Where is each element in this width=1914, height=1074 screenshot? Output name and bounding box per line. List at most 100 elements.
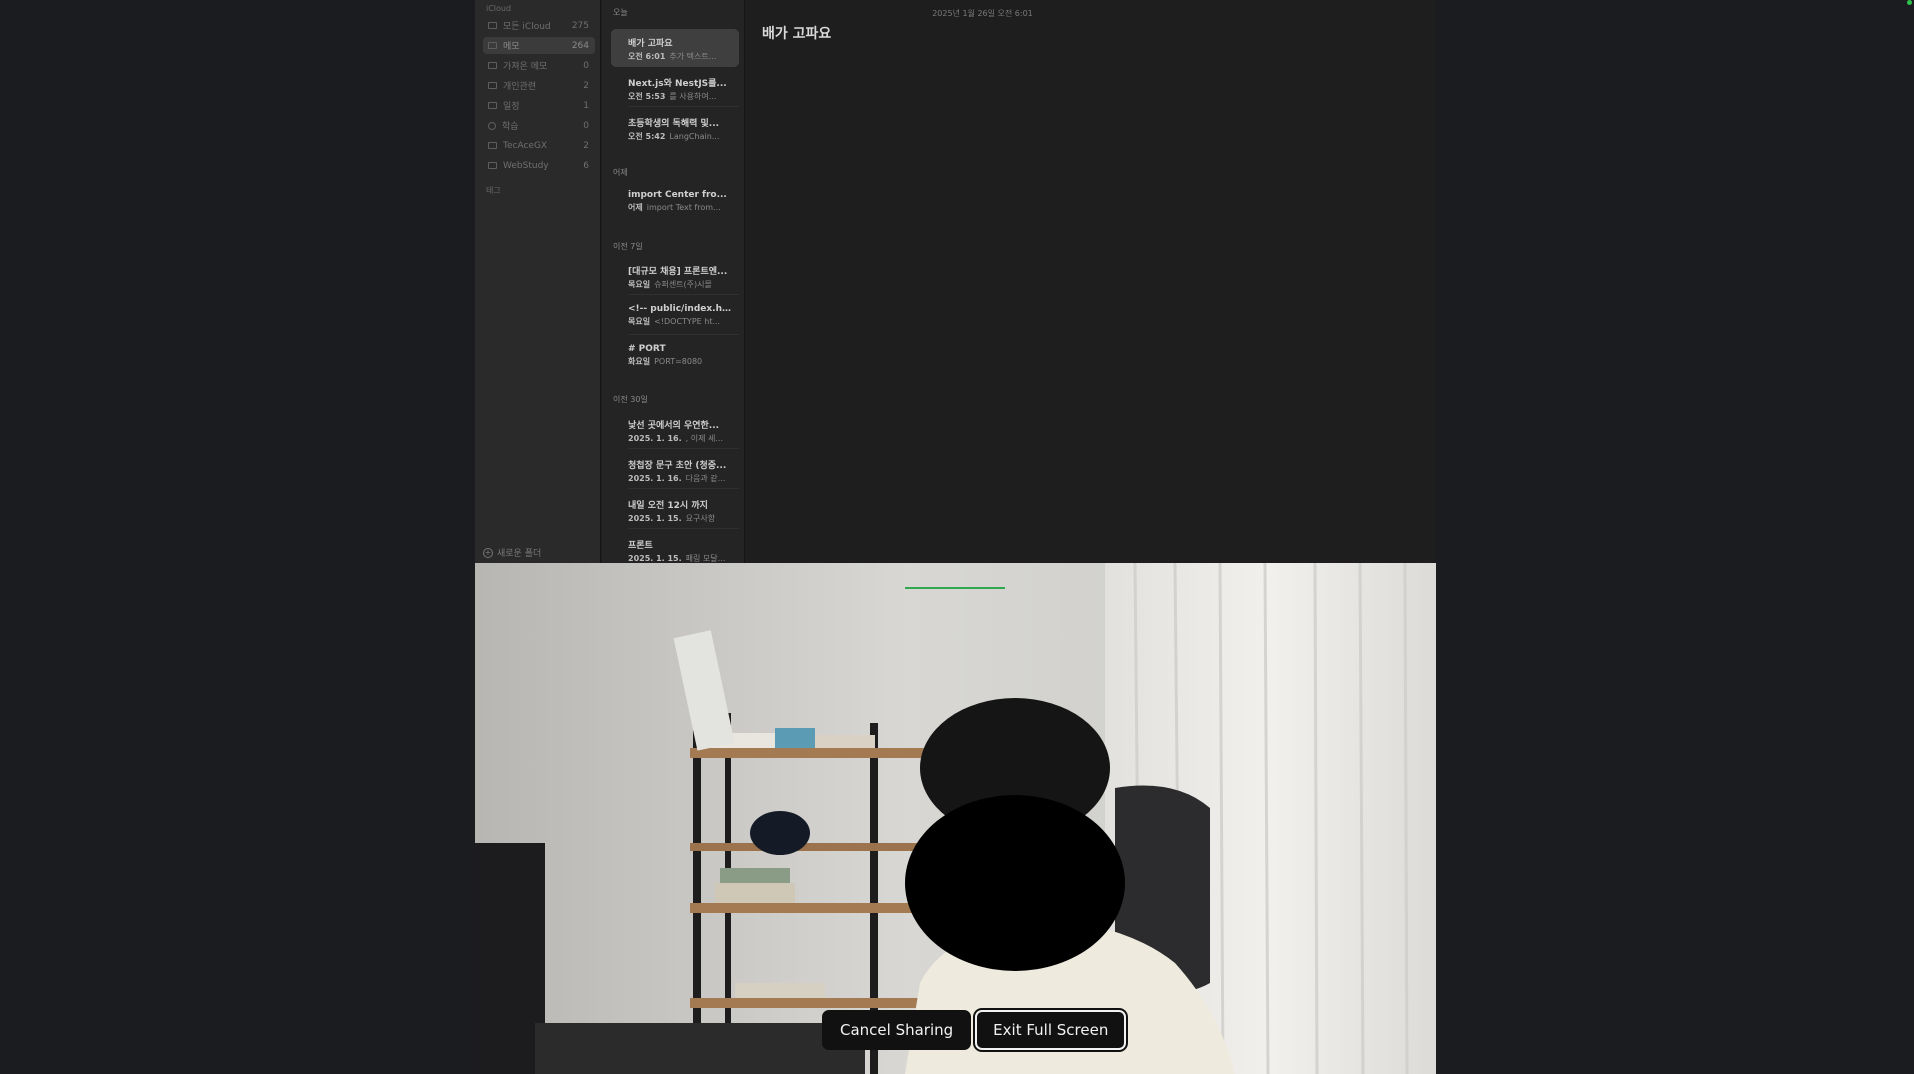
folder-label: 가져온 메모	[503, 62, 548, 72]
note-date: 오전 5:42	[628, 132, 666, 141]
folder-count: 6	[583, 160, 589, 171]
folder-notes[interactable]: 메모 264	[483, 37, 595, 54]
divider	[628, 106, 739, 107]
active-speaker-indicator	[905, 587, 1005, 589]
icloud-section-label: iCloud	[486, 4, 512, 13]
note-item[interactable]: # PORT 화요일 PORT=8080	[611, 337, 739, 375]
note-preview: <!DOCTYPE ht...	[654, 317, 721, 326]
note-meta: 오전 6:01 추가 텍스트...	[628, 51, 732, 62]
gear-icon	[488, 121, 496, 130]
divider	[628, 448, 739, 449]
notes-pane: 오늘 배가 고파요 오전 6:01 추가 텍스트... Next.js와 Nest…	[602, 0, 1219, 564]
divider	[628, 488, 739, 489]
note-title: 청첩장 문구 초안 (청중...	[628, 461, 727, 471]
folder-count: 264	[571, 40, 589, 51]
note-item[interactable]: 배가 고파요 오전 6:01 추가 텍스트...	[611, 29, 739, 67]
note-editor[interactable]: 2025년 1월 26일 오전 6:01 배가 고파요	[746, 0, 1219, 564]
folder-label: WebStudy	[503, 160, 549, 171]
note-item[interactable]: [대규모 채용] 프론트엔... 목요일 슈퍼센트(주)시몰	[611, 257, 739, 295]
folder-webstudy[interactable]: WebStudy 6	[483, 157, 595, 174]
note-title: 내일 오전 12시 까지	[628, 501, 708, 511]
note-date: 오전 6:01	[628, 52, 666, 61]
folder-schedule[interactable]: 일정 1	[483, 97, 595, 114]
note-body-title: 배가 고파요	[762, 26, 832, 42]
note-title: Next.js와 NestJS를...	[628, 79, 727, 89]
camera-scene	[475, 563, 1436, 1074]
note-date: 2025. 1. 16.	[628, 474, 682, 483]
plus-circle-icon: +	[483, 547, 493, 558]
exit-full-screen-button[interactable]: Exit Full Screen	[975, 1010, 1127, 1050]
note-date: 2025. 1. 15.	[628, 514, 682, 523]
note-preview: 패링 모달...	[685, 554, 726, 563]
folder-label: 일정	[503, 102, 520, 112]
folder-all-icloud[interactable]: 모든 iCloud 275	[483, 17, 595, 34]
folder-tecacegx[interactable]: TecAceGX 2	[483, 137, 595, 154]
note-list: 오늘 배가 고파요 오전 6:01 추가 텍스트... Next.js와 Nest…	[602, 0, 745, 564]
note-preview: 다음과 같...	[685, 474, 726, 483]
note-preview: 를 사용하여...	[669, 92, 717, 101]
folder-label: 모든 iCloud	[503, 22, 551, 32]
note-title: 낯선 곳에서의 우연한...	[628, 421, 720, 431]
new-folder-button[interactable]: + 새로운 폴더	[483, 546, 541, 559]
note-meta: 어제 import Text from...	[628, 202, 732, 213]
note-title: [대규모 채용] 프론트엔...	[628, 267, 728, 277]
note-meta: 2025. 1. 16. 다음과 같...	[628, 473, 732, 484]
cancel-sharing-button[interactable]: Cancel Sharing	[822, 1010, 972, 1050]
recording-indicator-icon	[1907, 0, 1912, 5]
screen-share-controls: Cancel Sharing Exit Full Screen	[822, 1010, 1127, 1050]
folder-count: 2	[583, 140, 589, 151]
note-date-header: 2025년 1월 26일 오전 6:01	[932, 9, 1033, 18]
folder-count: 1	[583, 100, 589, 111]
note-item[interactable]: Next.js와 NestJS를... 오전 5:53 를 사용하여...	[611, 69, 739, 107]
note-meta: 오전 5:42 LangChain...	[628, 131, 732, 142]
note-preview: PORT=8080	[654, 357, 703, 366]
folder-icon	[488, 102, 497, 109]
note-date: 2025. 1. 16.	[628, 434, 682, 443]
note-item[interactable]: import Center fro... 어제 import Text from.…	[611, 183, 739, 221]
group-header-today: 오늘	[613, 8, 628, 17]
folder-study[interactable]: 학습 0	[483, 117, 595, 134]
note-title: import Center fro...	[628, 190, 727, 200]
note-item[interactable]: 내일 오전 12시 까지 2025. 1. 15. 요구사항	[611, 491, 739, 529]
folder-icon	[488, 142, 497, 149]
note-preview: 요구사항	[685, 514, 716, 523]
folder-sidebar: iCloud 모든 iCloud 275 메모 264 가져온 메모 0 개인관…	[475, 0, 601, 564]
note-title: 배가 고파요	[628, 39, 673, 49]
desk	[535, 1023, 865, 1074]
note-meta: 2025. 1. 16., 이제 세...	[628, 433, 732, 444]
face-blur-mask	[905, 795, 1125, 971]
folder-imported-notes[interactable]: 가져온 메모 0	[483, 57, 595, 74]
group-header-previous-30-days: 이전 30일	[613, 395, 648, 404]
camera-feed	[475, 563, 1436, 1074]
folder-label: 메모	[503, 42, 520, 52]
folder-label: 개인관련	[503, 82, 537, 92]
folder-icon	[488, 22, 497, 29]
divider	[628, 528, 739, 529]
note-item[interactable]: 청첩장 문구 초안 (청중... 2025. 1. 16. 다음과 같...	[611, 451, 739, 489]
note-item[interactable]: 프론트 2025. 1. 15. 패링 모달...	[611, 531, 739, 564]
note-date: 어제	[628, 203, 643, 212]
note-meta: 2025. 1. 15. 요구사항	[628, 513, 732, 524]
note-preview: import Text from...	[646, 203, 721, 212]
folder-icon	[488, 42, 497, 49]
note-title: <!-- public/index.h...	[628, 304, 732, 314]
folder-icon	[488, 82, 497, 89]
note-title: 초등학생의 독해력 및...	[628, 119, 720, 129]
group-header-previous-7-days: 이전 7일	[613, 242, 643, 251]
note-preview: 추가 텍스트...	[669, 52, 717, 61]
folder-label: 학습	[502, 122, 519, 132]
note-date: 화요일	[628, 357, 651, 366]
note-preview: 슈퍼센트(주)시몰	[654, 280, 712, 289]
folder-icon	[488, 62, 497, 69]
note-meta: 화요일 PORT=8080	[628, 356, 732, 367]
screen: iCloud 모든 iCloud 275 메모 264 가져온 메모 0 개인관…	[0, 0, 1914, 1074]
shared-notes-window: iCloud 모든 iCloud 275 메모 264 가져온 메모 0 개인관…	[475, 0, 1435, 564]
note-meta: 목요일 슈퍼센트(주)시몰	[628, 279, 732, 290]
note-item[interactable]: 낯선 곳에서의 우연한... 2025. 1. 16., 이제 세...	[611, 411, 739, 449]
tags-section-label: 태그	[486, 186, 501, 195]
note-item[interactable]: <!-- public/index.h... 목요일 <!DOCTYPE ht..…	[611, 297, 739, 335]
new-folder-label: 새로운 폴더	[497, 549, 542, 559]
note-item[interactable]: 초등학생의 독해력 및... 오전 5:42 LangChain...	[611, 109, 739, 147]
folder-personal[interactable]: 개인관련 2	[483, 77, 595, 94]
note-date: 2025. 1. 15.	[628, 554, 682, 563]
